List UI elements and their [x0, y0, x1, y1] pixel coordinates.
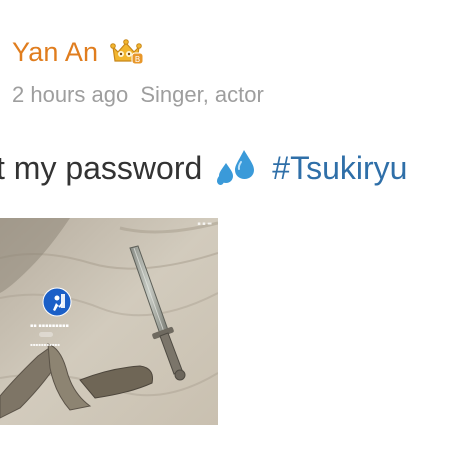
sweat-droplets-icon [214, 148, 256, 188]
hashtag-link[interactable]: #Tsukiryu [272, 150, 407, 187]
post-image[interactable]: ▪ ▪ ▬ ▪▪ ▪▪▪▪▪▪▪▪▪ ▪▪▪▪▪▪▪▪▪▪▪ [0, 218, 218, 425]
post-card: Yan An B 2 hours ago Singer, actor t my … [0, 0, 450, 450]
post-meta: 2 hours ago Singer, actor [12, 82, 264, 108]
svg-text:B: B [135, 55, 141, 64]
status-bar-icons: ▪ ▪ ▬ [197, 221, 212, 227]
author-name[interactable]: Yan An [12, 37, 98, 68]
lock-screen-subtext: ▪▪▪▪▪▪▪▪▪▪▪ [30, 342, 60, 347]
post-text: t my password #Tsukiryu [0, 146, 450, 190]
post-timestamp: 2 hours ago [12, 82, 129, 107]
vip-crown-icon[interactable]: B [108, 37, 144, 67]
author-bio: Singer, actor [140, 82, 264, 107]
lock-screen-field [39, 332, 53, 337]
lock-screen-caption: ▪▪ ▪▪▪▪▪▪▪▪▪ [30, 323, 69, 329]
post-text-body: t my password [0, 149, 203, 186]
author-row: Yan An B [12, 34, 144, 70]
